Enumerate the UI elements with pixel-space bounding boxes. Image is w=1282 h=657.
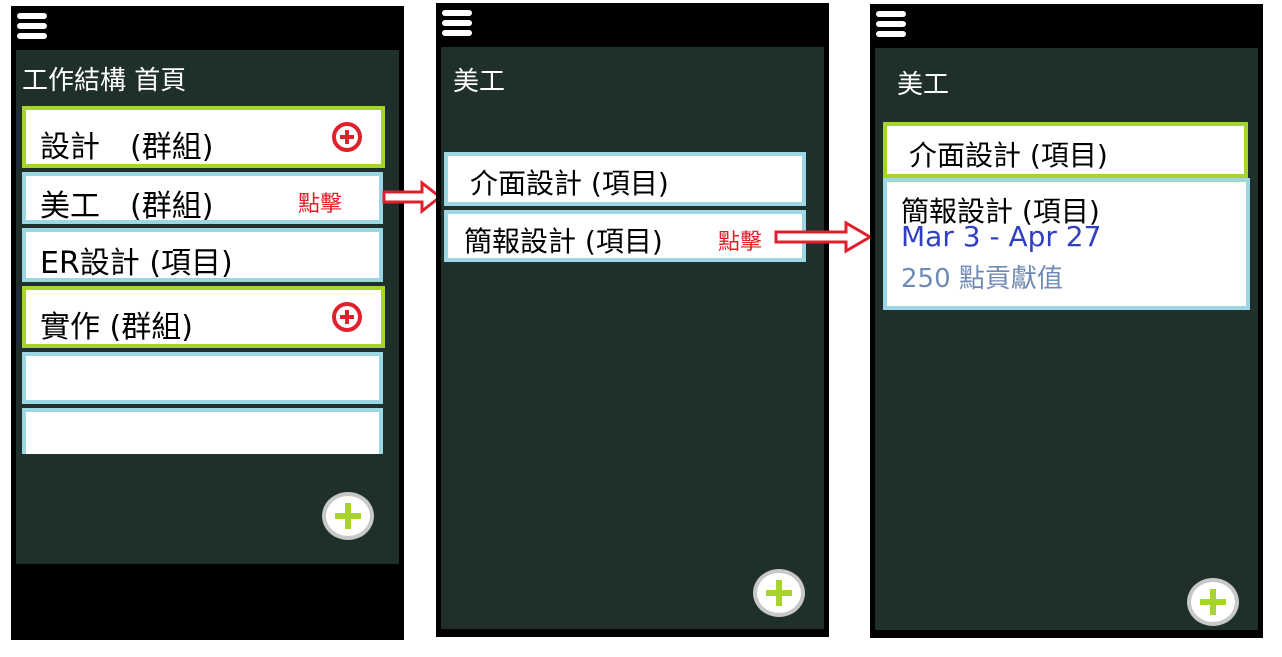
list-item-ui-design[interactable]: 介面設計 (項目) (444, 152, 806, 206)
arrow-right-icon (774, 220, 873, 254)
plus-circle-icon[interactable] (332, 302, 362, 332)
screen-1: 工作結構 首頁 設計 (群組) 美工 (群組) 點擊 ER設計 (項目) 實作 … (16, 50, 399, 564)
add-button[interactable] (322, 492, 374, 540)
arrow-right-icon (382, 180, 443, 214)
page-title: 美工 (453, 67, 506, 97)
add-button[interactable] (1187, 578, 1239, 626)
list-item-presentation-design-expanded[interactable]: 簡報設計 (項目) Mar 3 - Apr 27 250 點貢獻值 (883, 178, 1250, 310)
list-item-label: ER設計 (項目) (40, 246, 233, 281)
contribution-points: 250 點貢獻值 (901, 264, 1063, 294)
click-annotation: 點擊 (298, 192, 343, 217)
list-item-label: 美工 (群組) (40, 189, 214, 224)
phone-frame-2: 美工 介面設計 (項目) 簡報設計 (項目) 點擊 (436, 3, 829, 637)
hamburger-menu-icon[interactable] (876, 11, 906, 37)
list-item-design-group[interactable]: 設計 (群組) (22, 106, 385, 168)
phone-frame-1: 工作結構 首頁 設計 (群組) 美工 (群組) 點擊 ER設計 (項目) 實作 … (11, 6, 404, 640)
hamburger-menu-icon[interactable] (17, 13, 47, 39)
list-item-label: 實作 (群組) (40, 310, 193, 345)
list-item-presentation-design[interactable]: 簡報設計 (項目) 點擊 (444, 210, 806, 262)
screen-2: 美工 介面設計 (項目) 簡報設計 (項目) 點擊 (441, 47, 824, 629)
list-item-implementation-group[interactable]: 實作 (群組) (22, 286, 385, 348)
add-button[interactable] (753, 569, 805, 617)
list-item-er-design[interactable]: ER設計 (項目) (22, 228, 383, 282)
list-item-empty[interactable] (22, 408, 383, 454)
list-item-label: 設計 (群組) (40, 130, 214, 165)
plus-circle-icon[interactable] (332, 122, 362, 152)
list-item-label: 介面設計 (項目) (470, 167, 669, 200)
phone-frame-3: 美工 介面設計 (項目) 簡報設計 (項目) Mar 3 - Apr 27 25… (870, 4, 1263, 638)
list-item-label: 簡報設計 (項目) (464, 225, 663, 258)
click-annotation: 點擊 (718, 230, 763, 255)
hamburger-menu-icon[interactable] (442, 10, 472, 36)
page-title: 工作結構 首頁 (22, 66, 187, 96)
screen-3: 美工 介面設計 (項目) 簡報設計 (項目) Mar 3 - Apr 27 25… (875, 48, 1258, 630)
list-item-empty[interactable] (22, 352, 383, 404)
list-item-art-group[interactable]: 美工 (群組) 點擊 (22, 172, 383, 224)
list-item-ui-design[interactable]: 介面設計 (項目) (883, 122, 1248, 178)
page-title: 美工 (897, 70, 950, 100)
list-item-label: 介面設計 (項目) (909, 139, 1108, 172)
date-range: Mar 3 - Apr 27 (901, 220, 1102, 253)
